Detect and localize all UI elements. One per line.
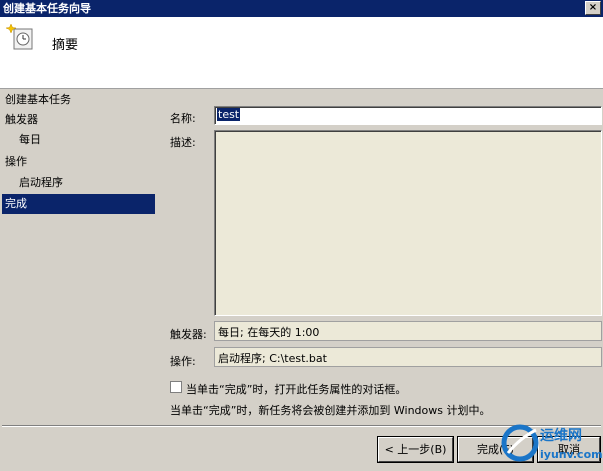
watermark-logo: 运维网 iyunv.com — [500, 418, 603, 468]
action-label: 操作: — [170, 355, 196, 368]
window-title: 创建基本任务向导 — [3, 2, 91, 15]
open-properties-checkbox[interactable] — [170, 381, 182, 393]
watermark-brand: 运维网 — [540, 427, 582, 444]
name-label: 名称: — [170, 112, 196, 125]
wizard-header: 摘要 — [0, 17, 603, 89]
name-field[interactable]: test — [214, 106, 602, 125]
trigger-label: 触发器: — [170, 328, 207, 341]
description-field[interactable] — [214, 130, 602, 316]
action-summary: 启动程序; C:\test.bat — [214, 347, 602, 367]
title-bar: 创建基本任务向导 × — [0, 0, 603, 17]
open-properties-label[interactable]: 当单击“完成”时，打开此任务属性的对话框。 — [186, 381, 406, 397]
description-label: 描述: — [170, 136, 196, 149]
watermark-swirl-icon: 运维网 iyunv.com — [501, 424, 603, 462]
trigger-summary: 每日; 在每天的 1:00 — [214, 321, 602, 341]
page-title: 摘要 — [52, 38, 79, 53]
back-button[interactable]: < 上一步(B) — [377, 436, 454, 463]
finish-info-text: 当单击“完成”时，新任务将会被创建并添加到 Windows 计划中。 — [170, 404, 491, 417]
name-value: test — [217, 108, 241, 121]
scheduled-task-clock-icon — [6, 23, 33, 50]
nav-item-trigger[interactable]: 触发器 — [2, 110, 155, 130]
nav-item-action[interactable]: 操作 — [2, 152, 155, 172]
watermark-site: iyunv.com — [540, 448, 603, 461]
nav-item-start-program[interactable]: 启动程序 — [2, 173, 155, 193]
nav-item-create-basic-task[interactable]: 创建基本任务 — [2, 90, 155, 110]
close-button[interactable]: × — [585, 1, 601, 15]
nav-item-finish[interactable]: 完成 — [2, 194, 155, 214]
close-icon: × — [588, 2, 598, 13]
nav-item-daily[interactable]: 每日 — [2, 130, 155, 150]
